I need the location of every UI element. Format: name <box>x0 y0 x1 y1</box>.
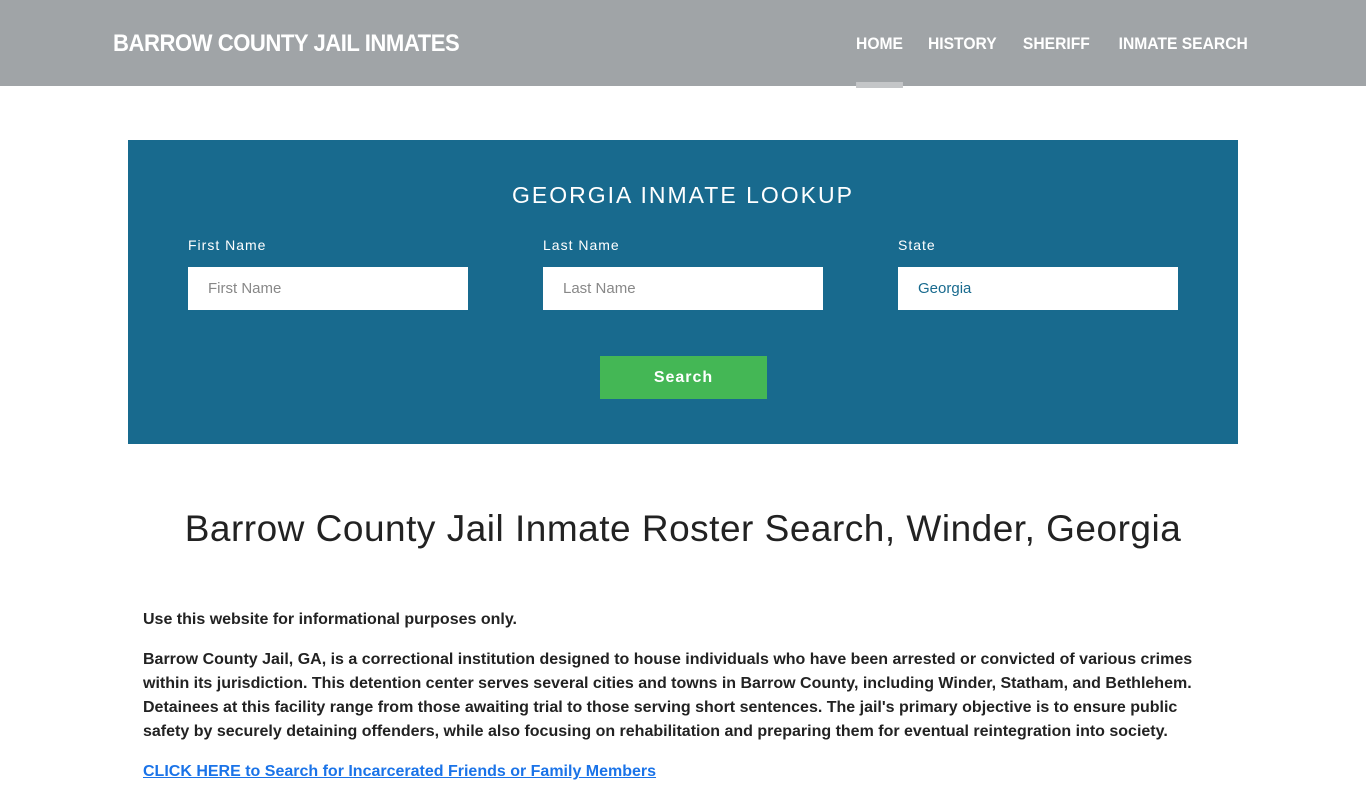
inmate-lookup-form: GEORGIA INMATE LOOKUP First Name Last Na… <box>128 140 1238 444</box>
last-name-group: Last Name <box>543 237 823 310</box>
last-name-label: Last Name <box>543 237 620 253</box>
state-label: State <box>898 237 936 253</box>
state-group: State <box>898 237 1178 310</box>
top-navbar: BARROW COUNTY JAIL INMATES HOME HISTORY … <box>0 0 1366 88</box>
intro-paragraph: Barrow County Jail, GA, is a correctiona… <box>143 651 1193 740</box>
nav-history[interactable]: HISTORY <box>928 34 997 54</box>
first-name-group: First Name <box>188 237 468 310</box>
nav-inmate-search[interactable]: INMATE SEARCH <box>1118 34 1247 54</box>
last-name-input[interactable] <box>543 267 823 310</box>
main-content: Use this website for informational purpo… <box>143 608 1223 800</box>
first-name-input[interactable] <box>188 267 468 310</box>
page-title: Barrow County Jail Inmate Roster Search,… <box>184 508 1182 549</box>
search-link[interactable]: CLICK HERE to Search for Incarcerated Fr… <box>143 763 656 780</box>
disclaimer: Use this website for informational purpo… <box>143 611 517 628</box>
site-brand[interactable]: BARROW COUNTY JAIL INMATES <box>113 30 460 58</box>
search-button[interactable]: Search <box>600 356 767 399</box>
nav-sheriff[interactable]: SHERIFF <box>1023 34 1090 54</box>
main-menu: HOME HISTORY SHERIFF INMATE SEARCH <box>854 34 1253 88</box>
state-input[interactable] <box>898 267 1178 310</box>
lookup-title: GEORGIA INMATE LOOKUP <box>512 182 854 208</box>
nav-home[interactable]: HOME <box>856 34 904 88</box>
first-name-label: First Name <box>188 237 267 253</box>
